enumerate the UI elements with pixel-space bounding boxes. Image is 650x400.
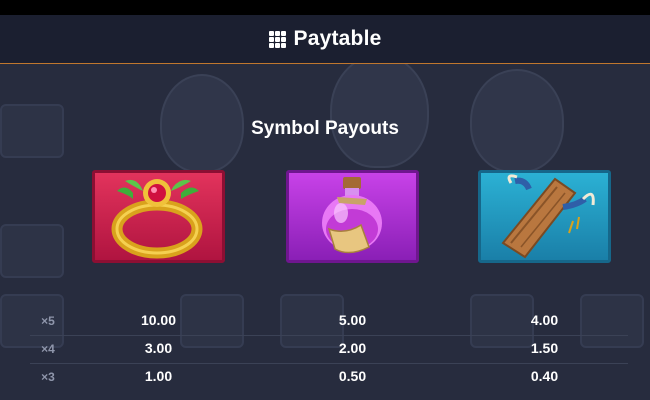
wooden-plank-icon [501,174,595,259]
multiplier-label: ×3 [41,370,55,384]
potion-bottle-icon [322,177,382,254]
potion-payout: 2.00 [338,340,367,356]
potion-symbol [286,170,419,263]
wood-payout: 1.50 [530,340,559,356]
wood-payout: 4.00 [530,312,559,328]
payout-row: ×5 10.00 5.00 4.00 [30,308,628,336]
page-title: Paytable [293,27,382,50]
payout-row: ×4 3.00 2.00 1.50 [30,336,628,364]
wood-symbol [478,170,611,263]
payout-row: ×3 1.00 0.50 0.40 [30,364,628,391]
paytable-header: Paytable [0,15,650,64]
multiplier-label: ×5 [41,314,55,328]
ring-payout: 1.00 [144,368,173,384]
multiplier-label: ×4 [41,342,55,356]
ring-payout: 3.00 [144,340,173,356]
section-title: Symbol Payouts [251,118,399,139]
wood-payout: 0.40 [530,368,559,384]
top-bar [0,0,650,15]
ring-payout: 10.00 [140,312,177,328]
payout-table: ×5 10.00 5.00 4.00 ×4 3.00 2.00 1.50 ×3 … [30,308,628,391]
grid-menu-icon[interactable] [268,30,286,48]
ruby-ring-icon [111,179,203,259]
ring-symbol [92,170,225,263]
potion-payout: 0.50 [338,368,367,384]
potion-payout: 5.00 [338,312,367,328]
